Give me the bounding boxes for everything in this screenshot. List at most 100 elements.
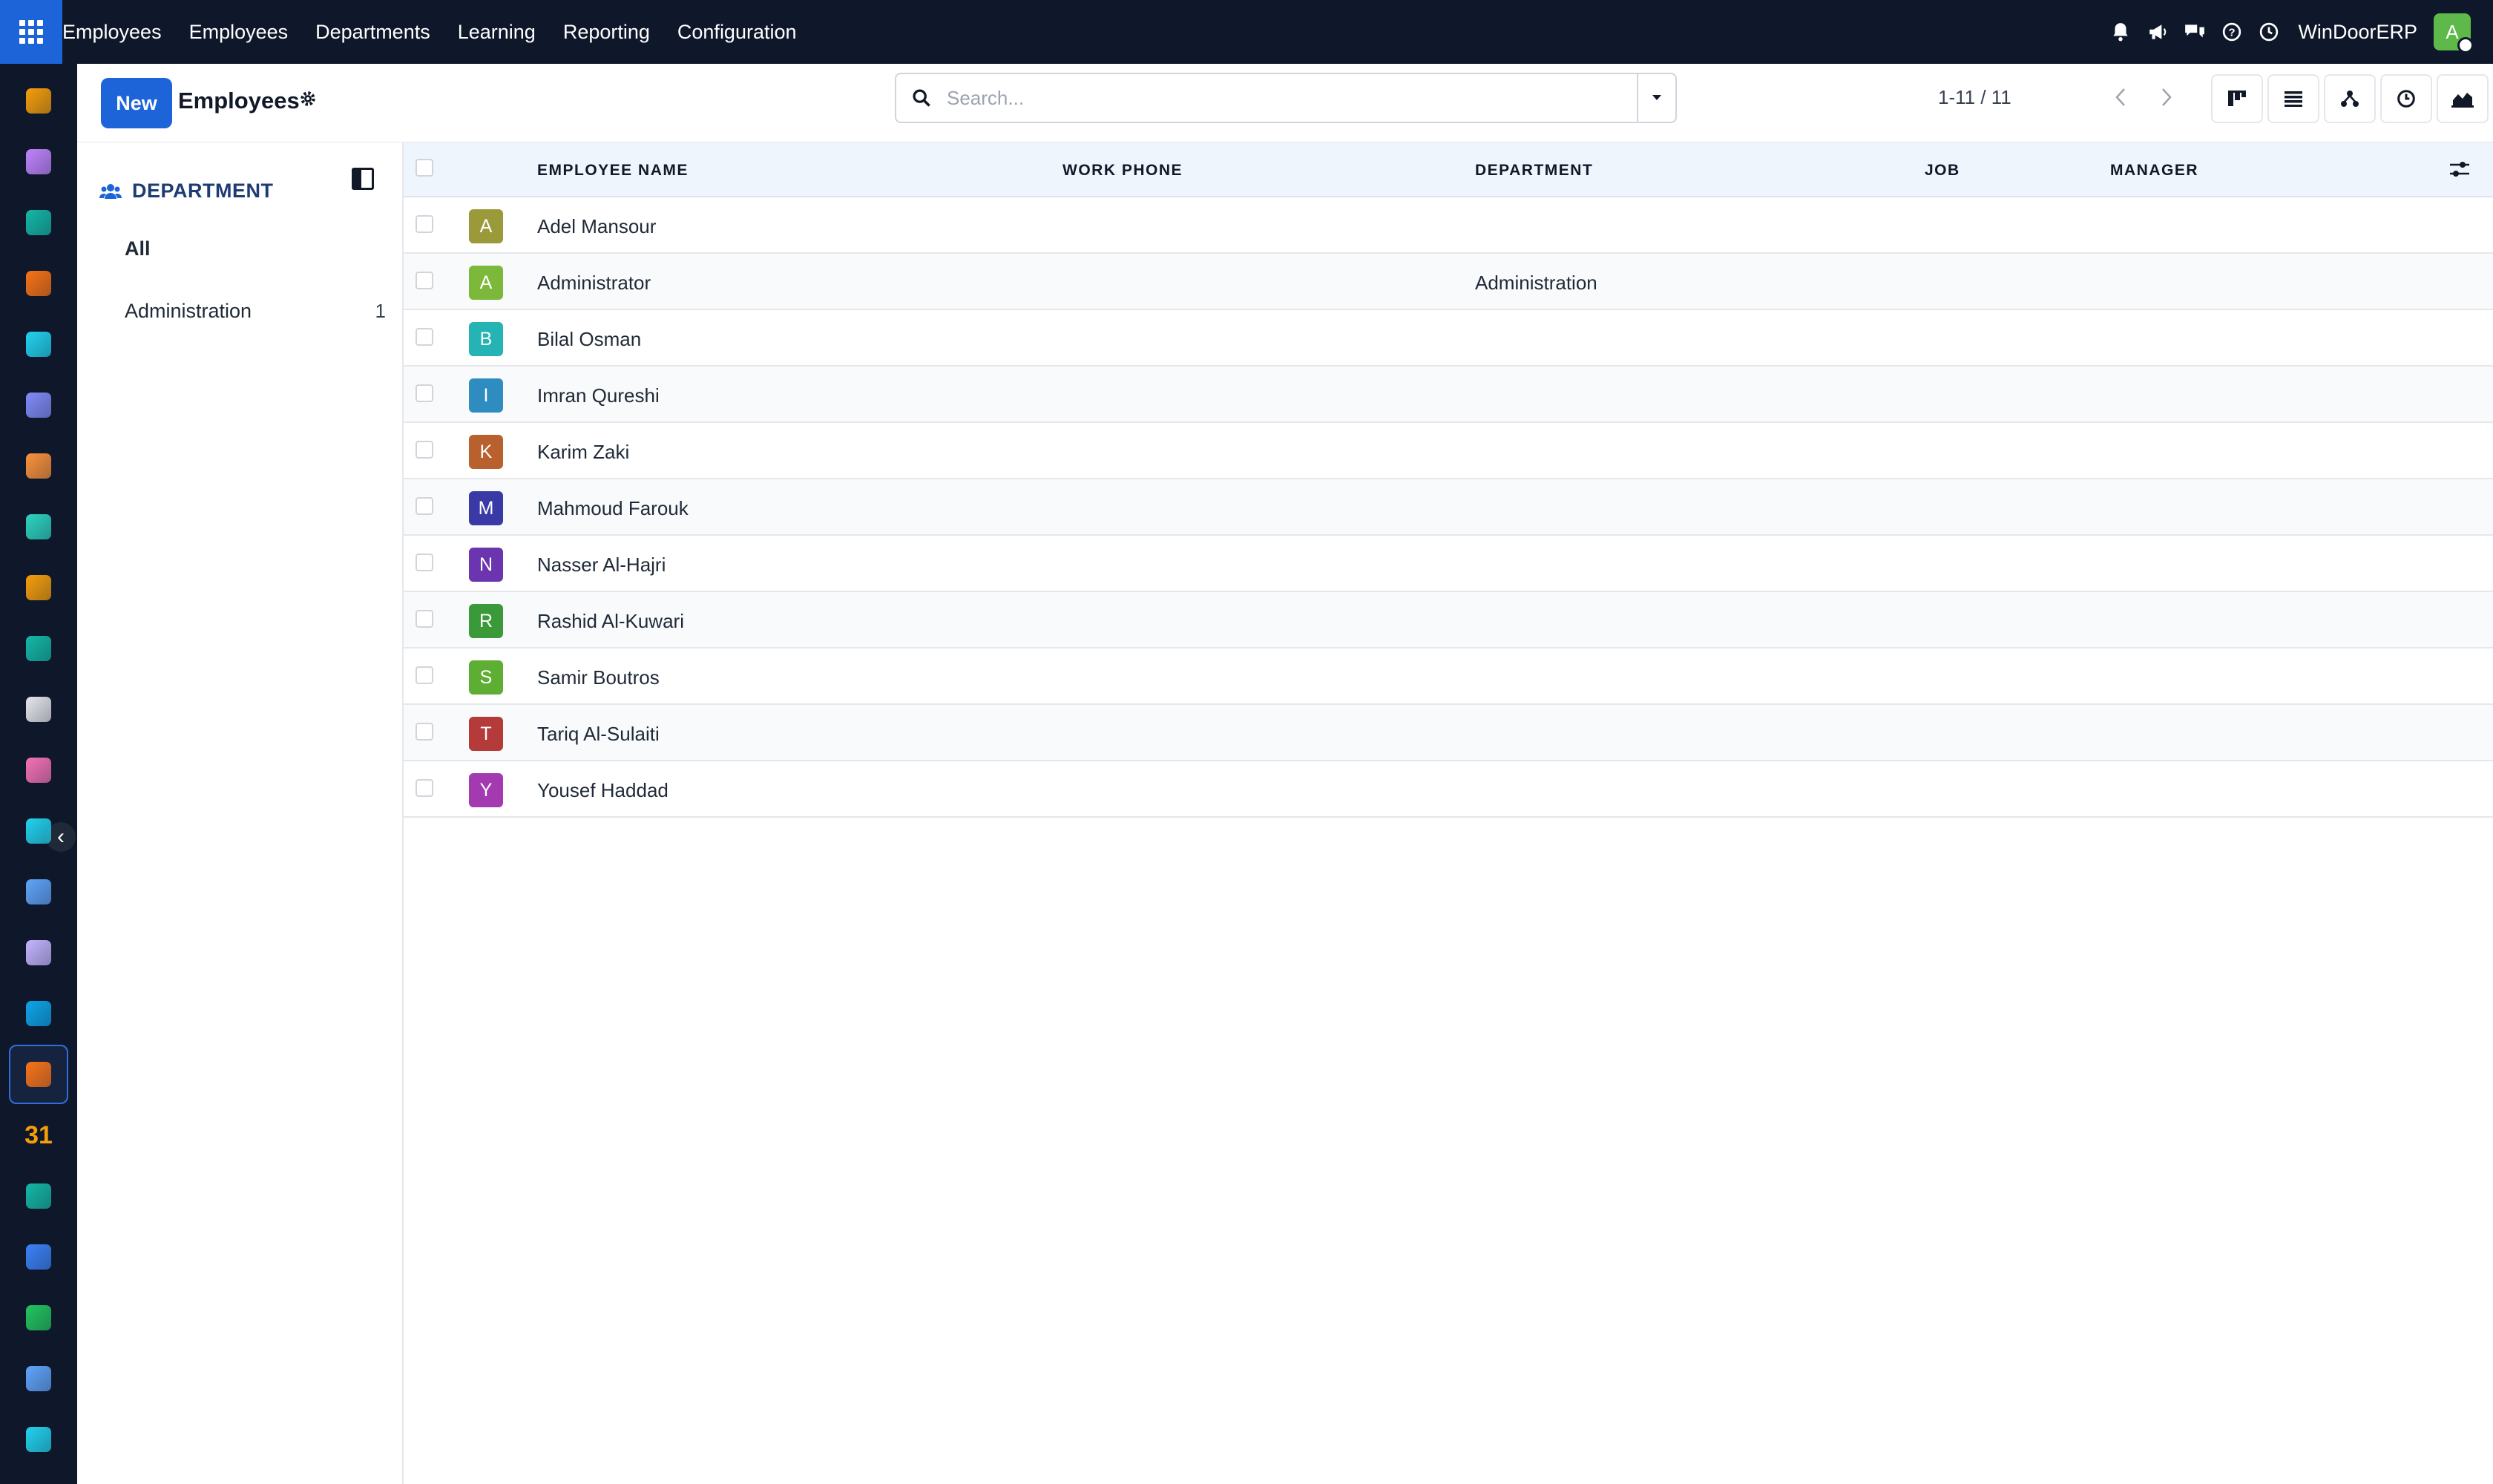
- pager-next-button[interactable]: [2144, 74, 2189, 120]
- employee-avatar: Y: [469, 773, 503, 807]
- knowledge-app-button[interactable]: [19, 873, 58, 911]
- sales-app-button[interactable]: [19, 142, 58, 181]
- pager-value[interactable]: 1-11 / 11: [1938, 86, 2011, 109]
- calendar-app-button[interactable]: 31: [19, 1116, 58, 1155]
- row-checkbox[interactable]: [416, 666, 433, 684]
- table-row[interactable]: K Karim Zaki: [404, 423, 2493, 479]
- table-row[interactable]: Y Yousef Haddad: [404, 761, 2493, 818]
- row-checkbox[interactable]: [416, 610, 433, 628]
- timesheets-app-icon: [26, 1366, 51, 1391]
- table-row[interactable]: T Tariq Al-Sulaiti: [404, 705, 2493, 761]
- panel-toggle-icon[interactable]: [352, 168, 374, 190]
- contacts-app-icon: [26, 210, 51, 235]
- search-input[interactable]: [947, 86, 1637, 110]
- invoicing-app-button[interactable]: [19, 508, 58, 546]
- employee-name-cell: Nasser Al-Hajri: [537, 554, 666, 576]
- website-2-app-button[interactable]: [19, 1420, 58, 1459]
- filter-item-label: Administration: [125, 300, 252, 322]
- sales-app-icon: [26, 149, 51, 174]
- user-avatar-initial: A: [2446, 20, 2459, 43]
- table-row[interactable]: A Administrator Administration: [404, 254, 2493, 310]
- select-all-checkbox[interactable]: [416, 159, 433, 177]
- project-app-button[interactable]: [19, 812, 58, 850]
- column-manager[interactable]: MANAGER: [2110, 162, 2198, 180]
- row-checkbox[interactable]: [416, 384, 433, 402]
- bell-icon[interactable]: [2102, 13, 2139, 50]
- kanban-view-button[interactable]: [2211, 74, 2263, 123]
- table-row[interactable]: R Rashid Al-Kuwari: [404, 592, 2493, 649]
- contacts-app-button[interactable]: [19, 203, 58, 242]
- inventory-app-button[interactable]: [19, 690, 58, 729]
- filter-item-all[interactable]: All: [125, 237, 151, 260]
- optional-columns-toggle[interactable]: [2448, 159, 2471, 183]
- menu-employees[interactable]: Employees: [189, 21, 289, 44]
- column-employee-name[interactable]: EMPLOYEE NAME: [537, 162, 689, 180]
- dashboard-app-icon: [26, 88, 51, 114]
- row-checkbox[interactable]: [416, 441, 433, 459]
- apps-menu-button[interactable]: [0, 0, 62, 64]
- employee-name-cell: Karim Zaki: [537, 441, 630, 463]
- column-department[interactable]: DEPARTMENT: [1475, 162, 1593, 180]
- clock-icon[interactable]: [2250, 13, 2287, 50]
- row-checkbox[interactable]: [416, 328, 433, 346]
- help-icon[interactable]: ?: [2213, 13, 2250, 50]
- menu-configuration[interactable]: Configuration: [677, 21, 797, 44]
- products-app-button[interactable]: [19, 933, 58, 972]
- gear-icon[interactable]: [298, 89, 318, 114]
- hierarchy-view-button[interactable]: [2324, 74, 2376, 123]
- user-avatar[interactable]: A: [2434, 13, 2474, 53]
- website-app-button[interactable]: [19, 325, 58, 364]
- pager-previous-button[interactable]: [2098, 74, 2143, 120]
- purchase-app-button[interactable]: [19, 751, 58, 789]
- new-button[interactable]: New: [101, 78, 172, 128]
- page-title[interactable]: Employees: [178, 88, 300, 114]
- employee-avatar: I: [469, 378, 503, 413]
- discuss-app-button[interactable]: [19, 264, 58, 303]
- reporting-app-button[interactable]: [19, 568, 58, 607]
- expenses-app-button[interactable]: [19, 994, 58, 1033]
- row-checkbox[interactable]: [416, 779, 433, 797]
- table-row[interactable]: M Mahmoud Farouk: [404, 479, 2493, 536]
- row-checkbox[interactable]: [416, 723, 433, 741]
- table-row[interactable]: A Adel Mansour: [404, 197, 2493, 254]
- row-checkbox[interactable]: [416, 554, 433, 571]
- employee-name-cell: Bilal Osman: [537, 328, 642, 350]
- menu-reporting[interactable]: Reporting: [563, 21, 650, 44]
- employees-app-button[interactable]: [9, 1045, 68, 1104]
- table-row[interactable]: N Nasser Al-Hajri: [404, 536, 2493, 592]
- row-checkbox[interactable]: [416, 215, 433, 233]
- employees-app-icon: [26, 1062, 51, 1087]
- graph-view-button[interactable]: [2437, 74, 2489, 123]
- menu-departments[interactable]: Departments: [315, 21, 430, 44]
- column-job[interactable]: JOB: [1925, 162, 1960, 180]
- filter-item-administration[interactable]: Administration: [125, 300, 399, 323]
- email-app-icon: [26, 393, 51, 418]
- dashboard-app-button[interactable]: [19, 82, 58, 120]
- sign-app-button[interactable]: [19, 1177, 58, 1215]
- purchase-app-icon: [26, 758, 51, 783]
- megaphone-icon[interactable]: [2139, 13, 2176, 50]
- table-row[interactable]: S Samir Boutros: [404, 649, 2493, 705]
- menu-learning[interactable]: Learning: [458, 21, 536, 44]
- whatsapp-app-button[interactable]: [19, 1298, 58, 1337]
- search-options-dropdown[interactable]: [1637, 74, 1675, 122]
- list-view-button[interactable]: [2267, 74, 2319, 123]
- company-switcher[interactable]: WinDoorERP: [2298, 21, 2417, 44]
- table-row[interactable]: I Imran Qureshi: [404, 367, 2493, 423]
- dashboards-app-button[interactable]: [19, 1238, 58, 1276]
- livechat-app-button[interactable]: [19, 447, 58, 485]
- email-app-button[interactable]: [19, 386, 58, 424]
- activity-view-button[interactable]: [2380, 74, 2432, 123]
- employee-name-cell: Tariq Al-Sulaiti: [537, 723, 660, 745]
- app-name-menu[interactable]: Employees: [62, 21, 162, 44]
- row-checkbox[interactable]: [416, 497, 433, 515]
- timesheets-app-button[interactable]: [19, 1359, 58, 1398]
- table-row[interactable]: B Bilal Osman: [404, 310, 2493, 367]
- discuss-app-icon: [26, 271, 51, 296]
- crm-app-button[interactable]: [19, 629, 58, 668]
- column-work-phone[interactable]: WORK PHONE: [1062, 162, 1183, 180]
- chat-icon[interactable]: [2176, 13, 2213, 50]
- department-cell: Administration: [1475, 272, 1597, 294]
- row-checkbox[interactable]: [416, 272, 433, 289]
- filter-item-count: 1: [375, 300, 386, 322]
